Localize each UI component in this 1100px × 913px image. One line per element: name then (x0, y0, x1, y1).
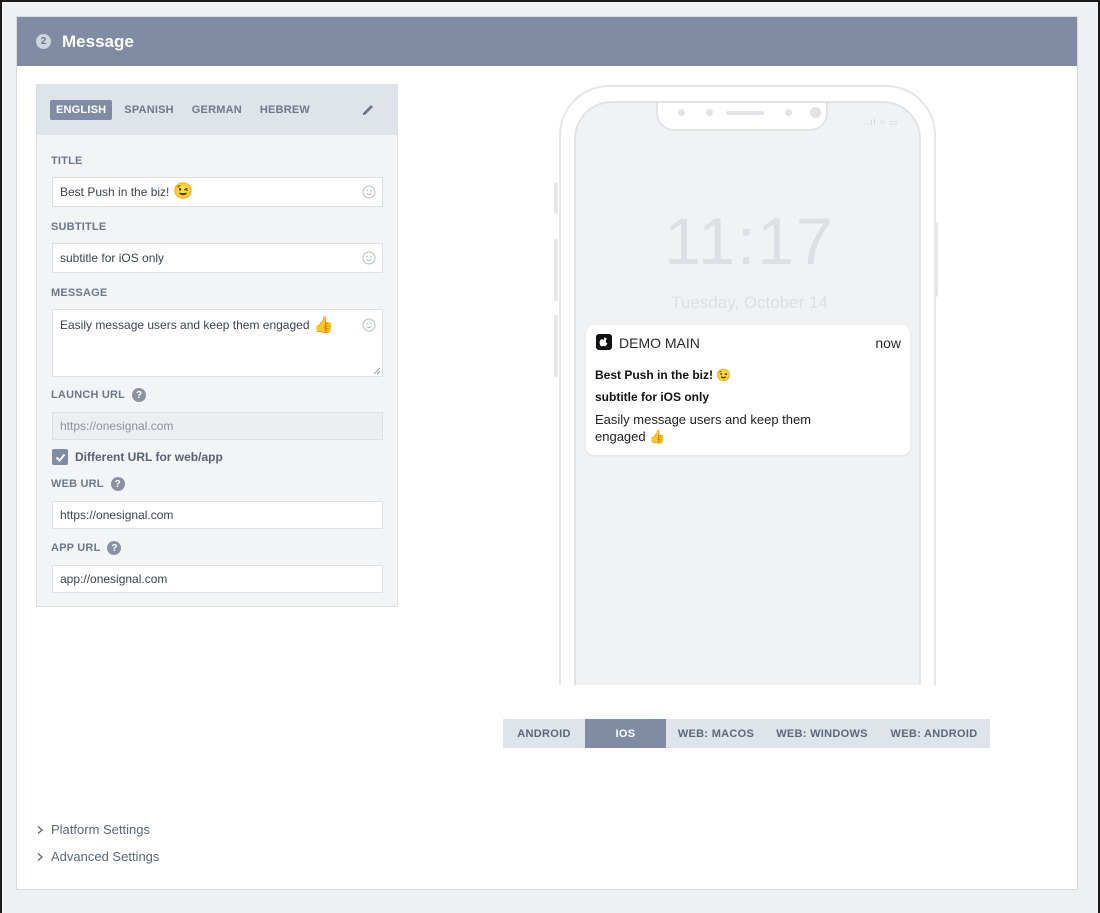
emoji-picker-icon[interactable] (362, 185, 376, 199)
push-notification-preview: DEMO MAIN now Best Push in the biz! 😉 su… (586, 325, 910, 455)
different-url-checkbox-row[interactable]: Different URL for web/app (52, 449, 223, 465)
tab-platform-web-android[interactable]: WEB: ANDROID (878, 719, 990, 748)
help-icon[interactable]: ? (107, 541, 122, 555)
notch-sensor (678, 109, 685, 116)
phone-notch (656, 103, 828, 131)
message-form-panel: ENGLISH SPANISH GERMAN HEBREW TITLE Best… (36, 84, 398, 607)
section-title: Message (62, 31, 134, 51)
subtitle-label-text: SUBTITLE (51, 221, 107, 233)
tab-platform-ios[interactable]: IOS (585, 719, 666, 748)
launch-url-placeholder: https://onesignal.com (60, 419, 174, 433)
app-url-input[interactable]: app://onesignal.com (52, 565, 383, 593)
notification-app-name: DEMO MAIN (619, 335, 700, 351)
app-url-label: APP URL ? (51, 541, 122, 555)
window-frame-top (0, 0, 1100, 2)
message-label-text: MESSAGE (51, 287, 108, 299)
notification-body-emoji: 👍 (649, 429, 666, 444)
language-tab-bar: ENGLISH SPANISH GERMAN HEBREW (37, 85, 397, 135)
title-label-text: TITLE (51, 155, 83, 167)
lock-screen-date: Tuesday, October 14 (671, 293, 828, 312)
chevron-right-icon (37, 852, 43, 861)
phone-lock-screen: ..ıl ≈ ▭ 11:17 Tuesday, October 14 DEMO … (574, 101, 921, 685)
message-emoji: 👍 (313, 317, 334, 334)
lock-screen-clock: 11:17 (664, 204, 835, 278)
platform-settings-toggle[interactable]: Platform Settings (35, 822, 150, 837)
tab-language-german[interactable]: GERMAN (186, 100, 248, 120)
advanced-settings-toggle[interactable]: Advanced Settings (35, 849, 159, 864)
launch-url-input: https://onesignal.com (52, 412, 383, 440)
message-label: MESSAGE (51, 287, 107, 299)
app-url-label-text: APP URL (51, 542, 101, 554)
different-url-checkbox[interactable] (52, 449, 68, 465)
title-input[interactable]: Best Push in the biz! 😉 (52, 177, 383, 207)
web-url-label: WEB URL ? (51, 477, 125, 491)
notification-body: Easily message users and keep them engag… (595, 411, 855, 445)
notch-camera (810, 107, 821, 118)
notification-title: Best Push in the biz! 😉 (595, 368, 731, 382)
subtitle-label: SUBTITLE (51, 221, 106, 233)
tab-language-spanish[interactable]: SPANISH (118, 100, 179, 120)
emoji-picker-icon[interactable] (362, 251, 376, 265)
app-logo-icon (596, 334, 612, 350)
textarea-resize-handle[interactable] (373, 367, 380, 374)
advanced-settings-label: Advanced Settings (51, 849, 160, 864)
checkmark-icon (55, 453, 65, 462)
tab-platform-web-windows[interactable]: WEB: WINDOWS (766, 719, 878, 748)
platform-preview-tabs: ANDROID IOS WEB: MACOS WEB: WINDOWS WEB:… (503, 719, 990, 748)
title-emoji: 😉 (173, 183, 194, 200)
subtitle-input-value: subtitle for iOS only (60, 251, 165, 265)
help-icon[interactable]: ? (132, 388, 147, 402)
launch-url-label: LAUNCH URL ? (51, 388, 147, 402)
tab-language-english[interactable]: ENGLISH (50, 100, 113, 120)
help-icon[interactable]: ? (110, 477, 125, 491)
tab-language-hebrew[interactable]: HEBREW (254, 100, 316, 120)
notch-sensor (785, 109, 792, 116)
message-textarea-value: Easily message users and keep them engag… (60, 318, 310, 332)
title-input-value: Best Push in the biz! (60, 185, 170, 199)
notch-speaker (726, 111, 764, 115)
notification-body-text: Easily message users and keep them engag… (595, 412, 812, 444)
notification-title-text: Best Push in the biz! (595, 368, 714, 382)
status-bar-icons: ..ıl ≈ ▭ (863, 117, 899, 127)
notification-subtitle: subtitle for iOS only (595, 390, 710, 404)
emoji-picker-icon[interactable] (362, 318, 376, 332)
notification-title-emoji: 😉 (716, 368, 732, 382)
web-url-input[interactable]: https://onesignal.com (52, 501, 383, 529)
notification-time: now (875, 335, 901, 351)
step-number-badge: 2 (36, 34, 51, 49)
web-url-label-text: WEB URL (51, 478, 104, 490)
phone-volume-down-button (554, 315, 558, 377)
chevron-right-icon (37, 825, 43, 834)
pencil-icon[interactable] (361, 103, 375, 117)
ios-phone-preview: ..ıl ≈ ▭ 11:17 Tuesday, October 14 DEMO … (559, 85, 936, 685)
card-header: 2 Message (17, 17, 1077, 66)
subtitle-input[interactable]: subtitle for iOS only (52, 243, 383, 273)
different-url-checkbox-label[interactable]: Different URL for web/app (75, 450, 223, 464)
message-card: 2 Message ENGLISH SPANISH GERMAN HEBREW … (16, 16, 1078, 890)
launch-url-label-text: LAUNCH URL (51, 389, 126, 401)
window-frame-left (0, 0, 2, 913)
tab-platform-web-macos[interactable]: WEB: MACOS (666, 719, 766, 748)
phone-mute-button (554, 182, 558, 214)
phone-volume-up-button (554, 239, 558, 301)
message-textarea[interactable]: Easily message users and keep them engag… (52, 309, 383, 377)
notch-sensor (706, 109, 713, 116)
tab-platform-android[interactable]: ANDROID (503, 719, 585, 748)
web-url-input-value: https://onesignal.com (60, 508, 174, 522)
app-url-input-value: app://onesignal.com (60, 572, 168, 586)
platform-settings-label: Platform Settings (51, 822, 150, 837)
title-label: TITLE (51, 155, 83, 167)
